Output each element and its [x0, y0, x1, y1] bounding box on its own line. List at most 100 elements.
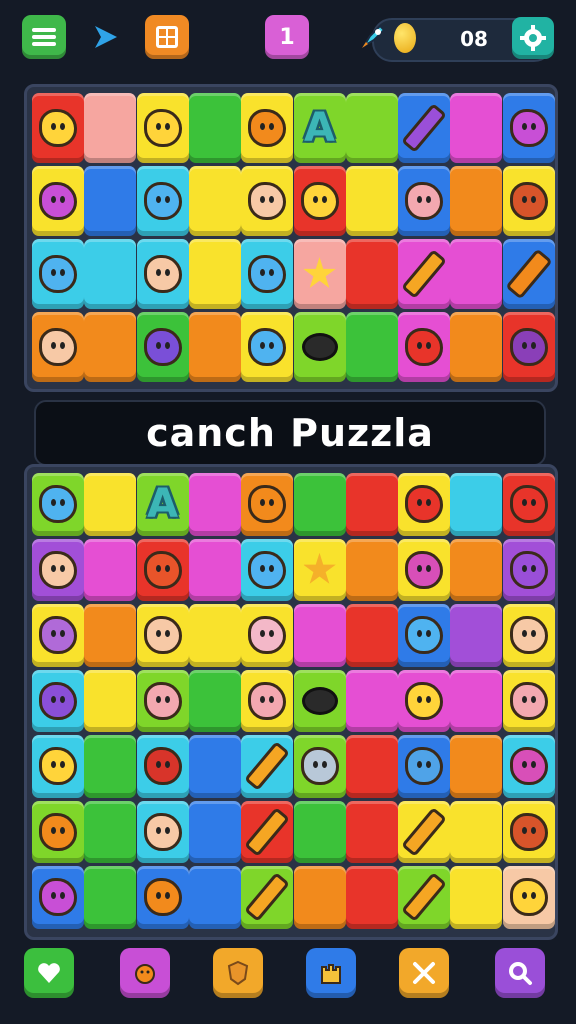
board-tile[interactable]	[502, 312, 555, 382]
board-tile[interactable]	[188, 800, 241, 863]
board-tile[interactable]	[502, 538, 555, 601]
board-tile[interactable]	[188, 312, 241, 382]
board-tile[interactable]	[188, 239, 241, 309]
board-tile[interactable]	[345, 866, 398, 929]
settings-button[interactable]	[512, 17, 554, 59]
board-tile[interactable]	[398, 538, 451, 601]
board-tile[interactable]	[502, 166, 555, 236]
board-tile[interactable]	[84, 473, 137, 536]
board-tile[interactable]	[398, 604, 451, 667]
board-tile[interactable]	[293, 800, 346, 863]
board-tile[interactable]	[293, 239, 346, 309]
board-tile[interactable]	[188, 866, 241, 929]
board-tile[interactable]	[32, 669, 84, 732]
board-tile[interactable]	[32, 166, 84, 236]
board-tile[interactable]	[32, 866, 84, 929]
board-tile[interactable]	[345, 239, 398, 309]
tools-button[interactable]	[399, 948, 449, 998]
board-tile[interactable]	[32, 93, 84, 163]
board-tile[interactable]	[450, 166, 503, 236]
board-tile[interactable]	[84, 239, 137, 309]
board-tile[interactable]	[398, 312, 451, 382]
board-tile[interactable]	[502, 735, 555, 798]
board-tile[interactable]	[398, 669, 451, 732]
board-tile[interactable]	[241, 800, 294, 863]
board-tile[interactable]	[188, 669, 241, 732]
board-tile[interactable]	[293, 669, 346, 732]
board-tile[interactable]	[345, 604, 398, 667]
board-tile[interactable]	[450, 93, 503, 163]
board-tile[interactable]	[136, 239, 189, 309]
board-tile[interactable]	[241, 866, 294, 929]
board-tile[interactable]	[84, 538, 137, 601]
board-tile[interactable]	[398, 166, 451, 236]
board-tile[interactable]	[502, 669, 555, 732]
search-button[interactable]	[495, 948, 545, 998]
board-tile[interactable]	[293, 866, 346, 929]
board-tile[interactable]	[345, 312, 398, 382]
board-tile[interactable]	[293, 166, 346, 236]
board-tile[interactable]	[241, 735, 294, 798]
board-tile[interactable]	[136, 735, 189, 798]
board-tile[interactable]	[502, 866, 555, 929]
board-tile[interactable]	[241, 473, 294, 536]
board-tile[interactable]: A	[136, 473, 189, 536]
board-tile[interactable]	[84, 93, 137, 163]
menu-button[interactable]	[22, 15, 66, 59]
heart-button[interactable]	[24, 948, 74, 998]
board-tile[interactable]	[136, 800, 189, 863]
board-tile[interactable]	[188, 93, 241, 163]
board-tile[interactable]	[450, 735, 503, 798]
board-tile[interactable]	[398, 239, 451, 309]
character-button[interactable]	[120, 948, 170, 998]
castle-button[interactable]	[306, 948, 356, 998]
board-tile[interactable]	[84, 800, 137, 863]
board-tile[interactable]	[502, 800, 555, 863]
board-tile[interactable]	[32, 800, 84, 863]
board-tile[interactable]	[84, 312, 137, 382]
board-tile[interactable]	[241, 166, 294, 236]
board-tile[interactable]: A	[293, 93, 346, 163]
board-tile[interactable]	[241, 239, 294, 309]
board-tile[interactable]	[32, 239, 84, 309]
board-tile[interactable]	[188, 473, 241, 536]
board-tile[interactable]	[345, 669, 398, 732]
board-tile[interactable]	[293, 538, 346, 601]
board-tile[interactable]	[84, 735, 137, 798]
board-tile[interactable]	[450, 473, 503, 536]
board-tile[interactable]	[450, 800, 503, 863]
board-tile[interactable]	[32, 538, 84, 601]
board-tile[interactable]	[241, 93, 294, 163]
board-tile[interactable]	[32, 735, 84, 798]
board-tile[interactable]	[502, 604, 555, 667]
board-tile[interactable]	[188, 735, 241, 798]
board-tile[interactable]	[32, 604, 84, 667]
board-tile[interactable]	[398, 93, 451, 163]
board-tile[interactable]	[241, 604, 294, 667]
board-tile[interactable]	[345, 473, 398, 536]
board-tile[interactable]	[32, 473, 84, 536]
board-tile[interactable]	[241, 312, 294, 382]
board-tile[interactable]	[84, 604, 137, 667]
board-tile[interactable]	[502, 473, 555, 536]
board-tile[interactable]	[293, 312, 346, 382]
board-tile[interactable]	[450, 866, 503, 929]
board-tile[interactable]	[136, 866, 189, 929]
board-tile[interactable]	[450, 239, 503, 309]
board-tile[interactable]	[188, 538, 241, 601]
board-tile[interactable]	[136, 669, 189, 732]
board-tile[interactable]	[32, 312, 84, 382]
board-tile[interactable]	[345, 166, 398, 236]
board-tile[interactable]	[136, 93, 189, 163]
board-tile[interactable]	[398, 473, 451, 536]
board-tile[interactable]	[136, 538, 189, 601]
shield-button[interactable]	[213, 948, 263, 998]
board-tile[interactable]	[345, 93, 398, 163]
board-tile[interactable]	[345, 735, 398, 798]
board-tile[interactable]	[84, 866, 137, 929]
board-tile[interactable]	[293, 473, 346, 536]
board-tile[interactable]	[84, 669, 137, 732]
board-tile[interactable]	[136, 604, 189, 667]
board-tile[interactable]	[345, 538, 398, 601]
board-tile[interactable]	[450, 538, 503, 601]
